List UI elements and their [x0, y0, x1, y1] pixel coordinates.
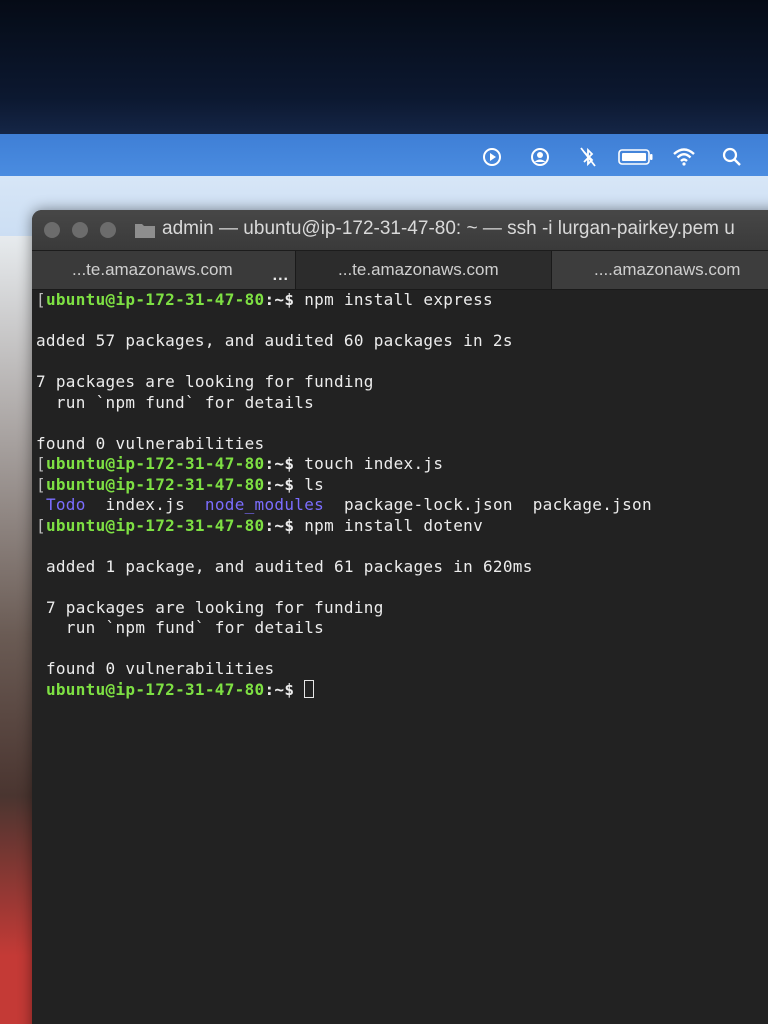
terminal-line: [ubuntu@ip-172-31-47-80:~$ touch index.j…	[36, 454, 444, 473]
tab-bar: ...te.amazonaws.com ... ...te.amazonaws.…	[32, 251, 768, 290]
window-title: admin — ubuntu@ip-172-31-47-80: ~ — ssh …	[162, 218, 735, 239]
command-text: ls	[294, 474, 325, 494]
terminal-window[interactable]: admin — ubuntu@ip-172-31-47-80: ~ — ssh …	[32, 210, 768, 1024]
ls-entry-file: index.js	[105, 495, 186, 514]
command-text: npm install express	[294, 290, 493, 309]
monitor-bezel	[0, 0, 768, 140]
user-circle-icon[interactable]	[516, 144, 564, 170]
terminal-output[interactable]: [ubuntu@ip-172-31-47-80:~$ npm install e…	[32, 290, 768, 1024]
terminal-line: [ubuntu@ip-172-31-47-80:~$ ls	[36, 474, 325, 494]
bluetooth-off-icon[interactable]	[564, 144, 612, 170]
terminal-line: added 1 package, and audited 61 packages…	[45, 556, 533, 576]
tab-2[interactable]: ...te.amazonaws.com	[296, 251, 552, 289]
wifi-icon[interactable]	[660, 144, 708, 170]
ls-entry-directory: Todo	[45, 495, 86, 514]
shell-prompt: ubuntu@ip-172-31-47-80	[45, 290, 265, 309]
terminal-line: [ubuntu@ip-172-31-47-80:~$ npm install d…	[36, 515, 484, 535]
folder-icon	[134, 220, 156, 244]
shell-prompt: ubuntu@ip-172-31-47-80	[45, 474, 265, 494]
shell-prompt: ubuntu@ip-172-31-47-80	[45, 679, 265, 699]
terminal-line: [ubuntu@ip-172-31-47-80:~$ npm install e…	[36, 290, 493, 309]
ls-entry-file: package.json	[532, 495, 652, 514]
shell-prompt: ubuntu@ip-172-31-47-80	[45, 454, 265, 473]
menu-bar	[0, 134, 768, 176]
ls-entry-file: package-lock.json	[343, 495, 513, 514]
tab-label: ...te.amazonaws.com	[338, 260, 499, 279]
terminal-line[interactable]: ubuntu@ip-172-31-47-80:~$	[36, 679, 768, 701]
terminal-line: run `npm fund` for details	[45, 618, 325, 637]
close-window-button[interactable]	[44, 222, 60, 238]
terminal-line: run `npm fund` for details	[36, 392, 315, 412]
tab-label: ...te.amazonaws.com	[72, 260, 233, 279]
terminal-line: added 57 packages, and audited 60 packag…	[36, 331, 513, 350]
tab-1[interactable]: ...te.amazonaws.com ...	[32, 251, 296, 289]
command-text: npm install dotenv	[294, 515, 484, 535]
battery-icon[interactable]	[612, 144, 660, 170]
shell-prompt: ubuntu@ip-172-31-47-80	[45, 515, 265, 535]
terminal-line: 7 packages are looking for funding	[36, 372, 374, 391]
text-cursor	[304, 679, 315, 698]
minimize-window-button[interactable]	[72, 222, 88, 238]
tab-3[interactable]: ....amazonaws.com	[552, 251, 768, 289]
menu-bar-status-icons	[468, 144, 756, 170]
terminal-line: 7 packages are looking for funding	[45, 597, 384, 617]
tab-overflow-indicator[interactable]: ...	[273, 267, 289, 285]
terminal-line: found 0 vulnerabilities	[45, 659, 275, 678]
window-controls	[44, 222, 116, 238]
ls-output-line: Todo index.js node_modules package-lock.…	[36, 495, 768, 516]
zoom-window-button[interactable]	[100, 222, 116, 238]
command-text: touch index.js	[294, 454, 444, 473]
search-icon[interactable]	[708, 144, 756, 170]
screen: admin — ubuntu@ip-172-31-47-80: ~ — ssh …	[0, 134, 768, 1024]
ls-entry-directory: node_modules	[204, 495, 325, 514]
play-circle-icon[interactable]	[468, 144, 516, 170]
terminal-line: found 0 vulnerabilities	[36, 433, 265, 453]
title-bar[interactable]: admin — ubuntu@ip-172-31-47-80: ~ — ssh …	[32, 210, 768, 251]
tab-label: ....amazonaws.com	[594, 260, 741, 279]
